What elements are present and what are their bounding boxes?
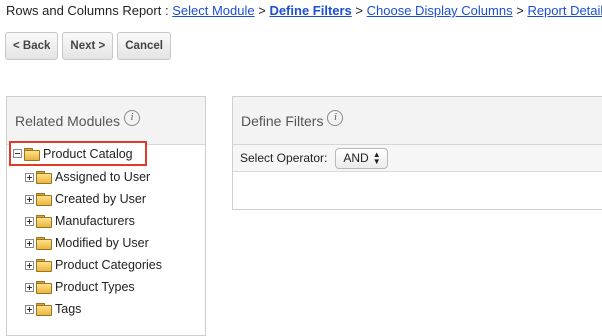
- related-modules-panel: Related Modules i Product Catalog Assign…: [6, 96, 206, 336]
- folder-icon: [36, 303, 52, 316]
- folder-icon: [36, 237, 52, 250]
- tree-node-label[interactable]: Product Types: [55, 280, 135, 294]
- tree-node-label[interactable]: Product Catalog: [43, 147, 133, 161]
- expand-icon[interactable]: [25, 304, 34, 314]
- folder-icon: [36, 215, 52, 228]
- breadcrumb-choose-display-columns[interactable]: Choose Display Columns: [367, 3, 513, 18]
- define-filters-title: Define Filters: [241, 112, 324, 129]
- breadcrumb-report-details[interactable]: Report Details: [527, 3, 602, 18]
- breadcrumb-select-module[interactable]: Select Module: [172, 3, 254, 18]
- tree-node-label[interactable]: Product Categories: [55, 258, 162, 272]
- tree-node-product-types[interactable]: Product Types: [25, 280, 135, 294]
- tree-node-created-by-user[interactable]: Created by User: [25, 192, 146, 206]
- expand-icon[interactable]: [25, 260, 34, 270]
- cancel-button[interactable]: Cancel: [117, 32, 171, 60]
- tree-node-manufacturers[interactable]: Manufacturers: [25, 214, 135, 228]
- tree-node-modified-by-user[interactable]: Modified by User: [25, 236, 149, 250]
- folder-icon: [36, 193, 52, 206]
- operator-value: AND: [343, 151, 369, 165]
- operator-select[interactable]: AND ▲ ▼: [335, 147, 388, 169]
- expand-icon[interactable]: [25, 282, 34, 292]
- folder-icon: [36, 259, 52, 272]
- tree-node-label[interactable]: Modified by User: [55, 236, 149, 250]
- tree-node-label[interactable]: Manufacturers: [55, 214, 135, 228]
- folder-icon: [36, 171, 52, 184]
- breadcrumb-separator: >: [258, 3, 266, 18]
- operator-row: Select Operator: AND ▲ ▼: [233, 145, 602, 172]
- expand-icon[interactable]: [25, 238, 34, 248]
- tree-node-product-categories[interactable]: Product Categories: [25, 258, 162, 272]
- breadcrumb-separator: >: [355, 3, 364, 18]
- tree-node-assigned-to-user[interactable]: Assigned to User: [25, 170, 150, 184]
- tree-root-product-catalog[interactable]: Product Catalog: [9, 141, 147, 166]
- folder-icon: [24, 147, 40, 161]
- folder-icon: [36, 281, 52, 294]
- define-filters-header: Define Filters i: [233, 97, 602, 145]
- info-icon[interactable]: i: [327, 109, 344, 126]
- tree-node-tags[interactable]: Tags: [25, 302, 81, 316]
- select-arrows-icon: ▲ ▼: [372, 150, 381, 166]
- wizard-buttons: < Back Next > Cancel: [5, 32, 175, 60]
- operator-label: Select Operator:: [240, 151, 328, 165]
- breadcrumb-define-filters[interactable]: Define Filters: [269, 3, 351, 18]
- define-filters-panel: Define Filters i Select Operator: AND ▲ ▼: [232, 96, 602, 210]
- breadcrumb-separator: >: [516, 3, 524, 18]
- expand-icon[interactable]: [25, 194, 34, 204]
- breadcrumb: Rows and Columns Report : Select Module …: [6, 3, 602, 18]
- tree-node-label[interactable]: Assigned to User: [55, 170, 150, 184]
- expand-icon[interactable]: [25, 172, 34, 182]
- report-type-label: Rows and Columns Report :: [6, 3, 169, 18]
- back-button[interactable]: < Back: [5, 32, 59, 60]
- collapse-icon[interactable]: [13, 149, 22, 158]
- tree-node-label[interactable]: Tags: [55, 302, 81, 316]
- next-button[interactable]: Next >: [62, 32, 114, 60]
- related-modules-header: Related Modules i: [7, 97, 205, 145]
- info-icon[interactable]: i: [124, 109, 141, 126]
- expand-icon[interactable]: [25, 216, 34, 226]
- tree-node-label[interactable]: Created by User: [55, 192, 146, 206]
- related-modules-title: Related Modules: [15, 112, 121, 129]
